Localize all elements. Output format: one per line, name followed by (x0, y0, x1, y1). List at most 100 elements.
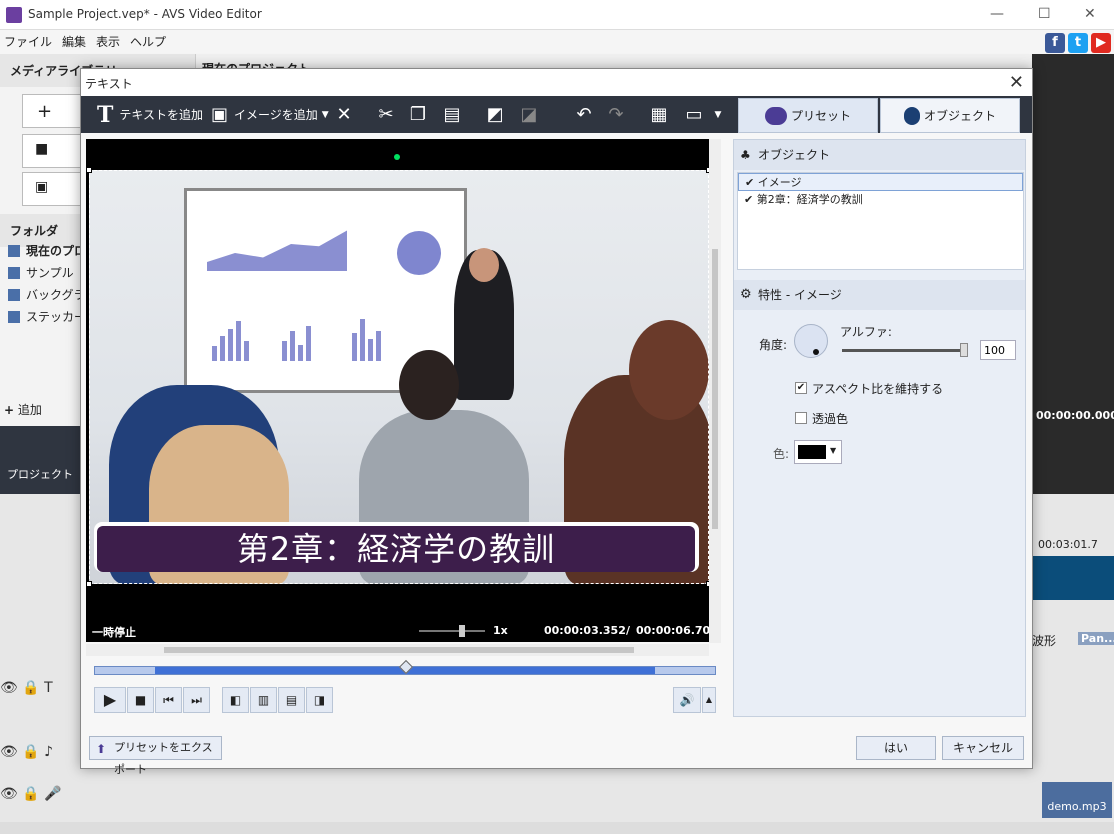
project-button[interactable]: プロジェクト (0, 426, 80, 494)
track-header: 👁 🔒 🎤 (0, 786, 62, 802)
redo-icon[interactable]: ↷ (605, 104, 627, 126)
properties-section-header: ⚙ 特性 - イメージ (734, 280, 1025, 310)
add-text-button[interactable]: T テキストを追加 (97, 96, 203, 133)
gear-icon: ⚙ (740, 287, 752, 302)
track-header: 👁 🔒 T (0, 680, 53, 696)
total-time: 00:00:06.706 (636, 624, 718, 637)
timeline-scrollbar[interactable] (0, 822, 1114, 834)
video-clip[interactable] (1030, 556, 1114, 600)
undo-icon[interactable]: ↶ (573, 104, 595, 126)
ok-button[interactable]: はい (856, 736, 936, 760)
objects-icon: ♣ (740, 148, 751, 162)
preview-vertical-scrollbar[interactable] (709, 139, 721, 643)
waveform-label: 波形 (1032, 634, 1057, 648)
volume-icon[interactable]: 🔊 (673, 687, 701, 713)
export-icon: ⬆ (96, 742, 107, 756)
pan-label: Pan... (1078, 632, 1114, 645)
objects-section-header: ♣ オブジェクト (734, 140, 1025, 170)
volume-expand-icon[interactable]: ▲ (702, 687, 716, 713)
resize-handle[interactable] (86, 581, 92, 587)
trim-start-button[interactable]: ◧ (222, 687, 249, 713)
play-button[interactable]: ▶ (94, 687, 126, 713)
alpha-input[interactable] (980, 340, 1016, 360)
angle-dial[interactable] (794, 324, 828, 358)
cut-icon[interactable]: ✂ (375, 104, 397, 126)
track-header: 👁 🔒 ♪ (0, 744, 54, 760)
color-label: 色: (773, 447, 790, 461)
properties-panel: ♣ オブジェクト ✔ イメージ ✔ 第2章：経済学の教訓 ⚙ 特性 - イメージ… (733, 139, 1026, 717)
cancel-button[interactable]: キャンセル (942, 736, 1024, 760)
selection-box (86, 167, 712, 587)
add-folder-button[interactable]: + 追加 (4, 398, 64, 422)
text-dialog: テキスト ✕ T テキストを追加 ▣ イメージを追加 ▼ ✕ ✂ ❐ ▤ ◩ ◪… (80, 68, 1033, 776)
trim-left-button[interactable]: ▥ (250, 687, 277, 713)
menu-file[interactable]: ファイル (4, 35, 52, 49)
chevron-down-icon: ▼ (830, 446, 837, 455)
speed-value: 1x (493, 624, 508, 637)
keep-aspect-checkbox[interactable]: ✔ (795, 382, 807, 394)
playback-controls: ▶ ■ ⏮ ⏭ ◧ ▥ ▤ ◨ 🔊 ▲ (94, 687, 719, 713)
speed-slider[interactable] (419, 625, 485, 637)
menu-edit[interactable]: 編集 (62, 35, 86, 49)
dialog-close-icon[interactable]: ✕ (1009, 72, 1024, 93)
list-item[interactable]: ✔ 第2章：経済学の教訓 (738, 191, 1023, 209)
keep-aspect-label: アスペクト比を維持する (812, 382, 944, 396)
alpha-slider[interactable] (842, 343, 968, 357)
bring-forward-icon[interactable]: ◩ (484, 104, 506, 126)
chevron-down-icon[interactable]: ▼ (707, 104, 729, 126)
window-title: Sample Project.vep* - AVS Video Editor (28, 7, 262, 21)
menu-help[interactable]: ヘルプ (130, 35, 166, 49)
trim-end-button[interactable]: ◨ (306, 687, 333, 713)
dialog-toolbar: T テキストを追加 ▣ イメージを追加 ▼ ✕ ✂ ❐ ▤ ◩ ◪ ↶ ↷ ▦ … (81, 96, 1032, 133)
rotate-handle[interactable] (394, 154, 400, 160)
color-swatch (798, 445, 826, 459)
paste-icon[interactable]: ▤ (441, 104, 463, 126)
minimize-icon[interactable]: — (990, 6, 1004, 22)
time-separator: / (626, 624, 631, 637)
objects-list: ✔ イメージ ✔ 第2章：経済学の教訓 (737, 172, 1024, 270)
close-window-icon[interactable]: ✕ (1084, 6, 1096, 22)
alpha-label: アルファ: (840, 325, 892, 339)
preset-icon (764, 106, 787, 125)
delete-icon[interactable]: ✕ (333, 104, 355, 126)
youtube-icon[interactable]: ▶ (1091, 33, 1111, 53)
audio-clip[interactable]: demo.mp3 (1042, 782, 1112, 818)
menu-view[interactable]: 表示 (96, 35, 120, 49)
seek-bar[interactable] (94, 659, 716, 675)
preview-status-bar: 一時停止 1x 00:00:03.352 / 00:00:06.706 (86, 620, 718, 642)
angle-label: 角度: (759, 338, 788, 352)
tab-preset[interactable]: プリセット (738, 98, 878, 133)
dialog-titlebar: テキスト ✕ (81, 69, 1032, 96)
maximize-icon[interactable]: ☐ (1038, 6, 1051, 22)
copy-icon[interactable]: ❐ (407, 104, 429, 126)
text-icon: T (97, 101, 114, 128)
preview-area: 第2章：経済学の教訓 一時停止 1x 00:00:03.352 / 00:00:… (86, 139, 718, 642)
app-logo-icon (6, 7, 22, 23)
previous-frame-button[interactable]: ⏮ (155, 687, 182, 713)
preview-horizontal-scrollbar[interactable] (86, 644, 709, 656)
trim-right-button[interactable]: ▤ (278, 687, 305, 713)
send-backward-icon[interactable]: ◪ (518, 104, 540, 126)
twitter-icon[interactable]: t (1068, 33, 1088, 53)
seek-thumb[interactable] (398, 659, 414, 675)
playback-state: 一時停止 (92, 626, 136, 639)
color-picker[interactable]: ▼ (794, 440, 842, 464)
resize-handle[interactable] (86, 167, 92, 173)
next-frame-button[interactable]: ⏭ (183, 687, 210, 713)
tab-object[interactable]: オブジェクト (880, 98, 1020, 133)
current-time: 00:00:03.352 (544, 624, 626, 637)
facebook-icon[interactable]: f (1045, 33, 1065, 53)
grid-icon[interactable]: ▦ (648, 104, 670, 126)
player-time: 00:00:00.000 (1036, 409, 1114, 422)
export-preset-button[interactable]: ⬆ プリセットをエクスポート (89, 736, 222, 776)
transparent-checkbox[interactable] (795, 412, 807, 424)
add-image-button[interactable]: ▣ イメージを追加 ▼ (211, 96, 329, 133)
list-item[interactable]: ✔ イメージ (738, 173, 1023, 191)
time-marker: 00:03:01.7 (1038, 538, 1098, 551)
player-panel: 00:00:00.000 (1032, 54, 1114, 494)
image-icon: ▣ (211, 104, 229, 125)
object-icon (903, 106, 920, 125)
monitor-icon[interactable]: ▭ (683, 104, 705, 126)
transparent-label: 透過色 (812, 412, 849, 426)
stop-button[interactable]: ■ (127, 687, 154, 713)
